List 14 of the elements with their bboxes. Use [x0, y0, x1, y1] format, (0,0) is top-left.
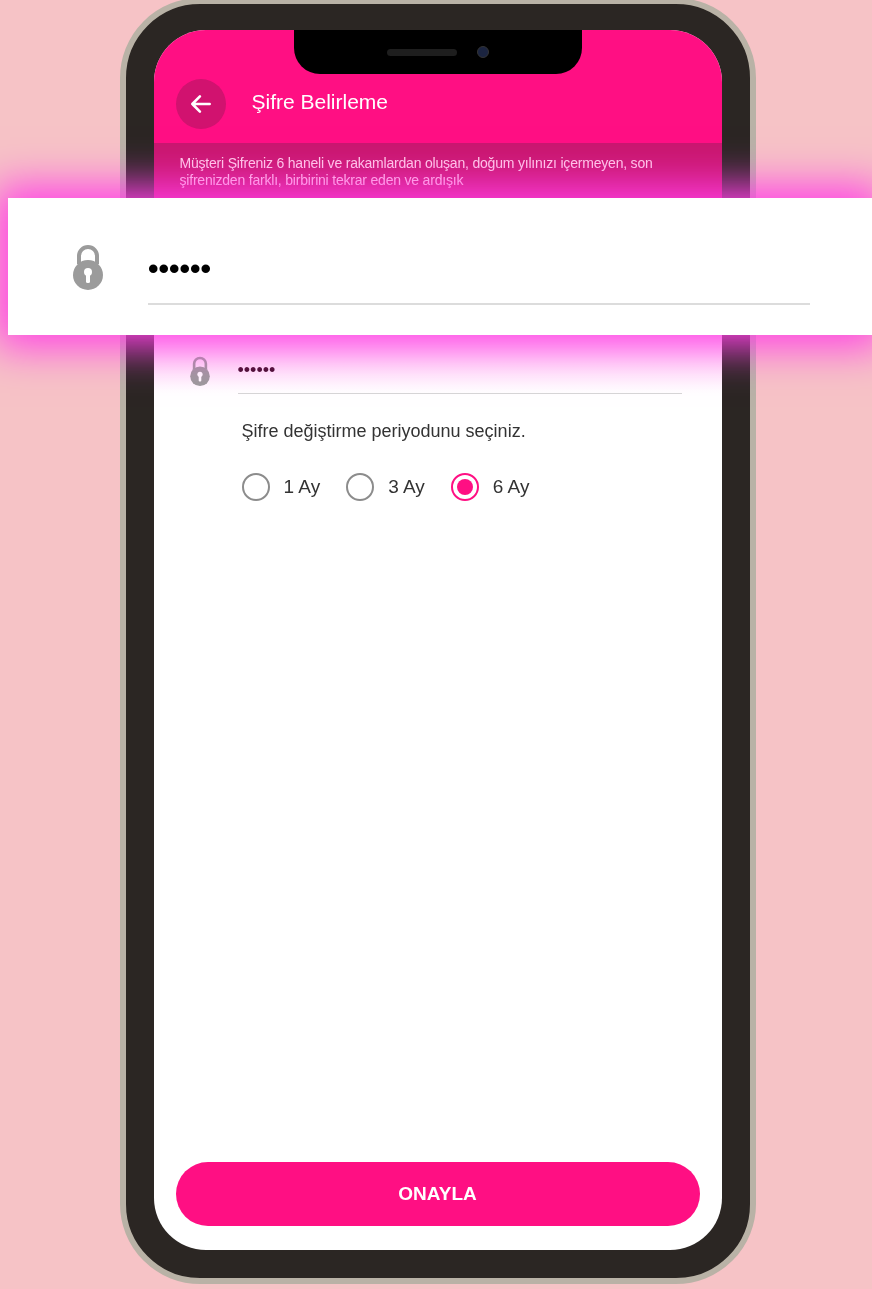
header-title: Şifre Belirleme — [251, 88, 389, 115]
back-button[interactable] — [175, 79, 226, 129]
radio-label: 1 Ay — [283, 475, 321, 499]
period-radio[interactable]: 6 Ay — [450, 473, 530, 502]
period-radio[interactable]: 3 Ay — [346, 473, 425, 502]
period-label: Şifre değiştirme periyodunu seçiniz. — [241, 421, 526, 441]
period-radio[interactable]: 1 Ay — [241, 473, 321, 502]
radio-label: 3 Ay — [388, 475, 425, 499]
confirm-button[interactable]: ONAYLA — [175, 1162, 700, 1226]
lock-icon — [70, 243, 106, 290]
radio-label: 6 Ay — [492, 475, 530, 499]
info-text: Müşteri Şifreniz 6 haneli ve rakamlardan oluşan, doğum yılınızı içermeyen, son şifrenizden farklı, birbirini tekrar eden ve ardışık — [179, 155, 654, 189]
lock-icon — [187, 356, 212, 386]
password-field[interactable]: •••••• — [148, 228, 810, 305]
